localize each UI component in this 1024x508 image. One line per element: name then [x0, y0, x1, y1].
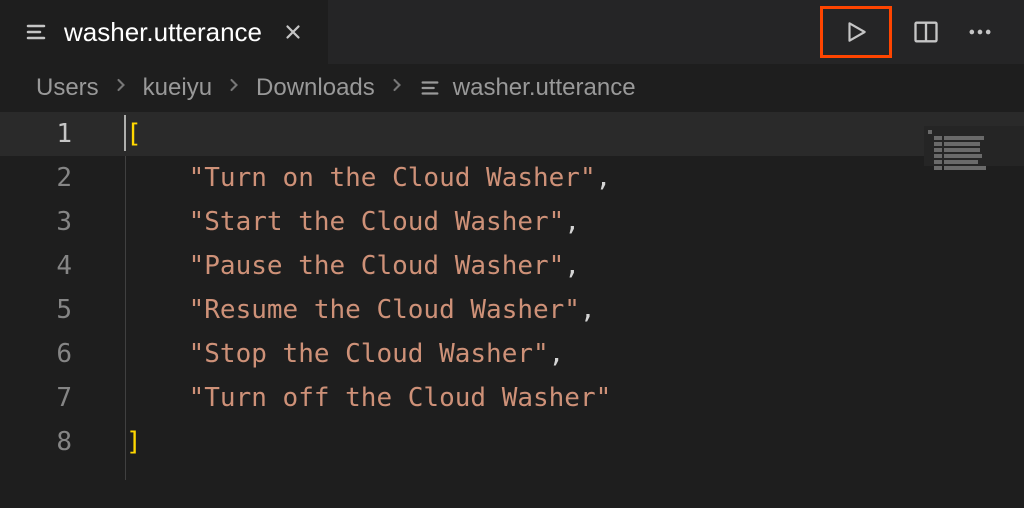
line-number: 2 [0, 156, 100, 200]
editor-line[interactable]: 5 "Resume the Cloud Washer", [0, 288, 1024, 332]
editor-line[interactable]: 4 "Pause the Cloud Washer", [0, 244, 1024, 288]
close-icon[interactable] [278, 17, 308, 47]
breadcrumb[interactable]: Users kueiyu Downloads washer.utterance [0, 64, 1024, 112]
editor-line[interactable]: 7 "Turn off the Cloud Washer" [0, 376, 1024, 420]
more-actions-button[interactable] [960, 12, 1000, 52]
file-icon [419, 77, 441, 99]
editor-toolbar [820, 6, 1024, 58]
line-number: 4 [0, 244, 100, 288]
line-content[interactable]: "Pause the Cloud Washer", [124, 244, 580, 288]
line-content[interactable]: "Resume the Cloud Washer", [124, 288, 596, 332]
line-content[interactable]: "Start the Cloud Washer", [124, 200, 580, 244]
line-number: 3 [0, 200, 100, 244]
line-number: 6 [0, 332, 100, 376]
chevron-right-icon [224, 74, 244, 102]
breadcrumb-item[interactable]: Downloads [256, 74, 375, 102]
editor-tab[interactable]: washer.utterance [0, 0, 328, 64]
editor-line[interactable]: 1[ [0, 112, 1024, 156]
editor-line[interactable]: 8] [0, 420, 1024, 464]
line-content[interactable]: "Stop the Cloud Washer", [124, 332, 564, 376]
editor-line[interactable]: 6 "Stop the Cloud Washer", [0, 332, 1024, 376]
breadcrumb-item[interactable]: kueiyu [143, 74, 212, 102]
editor-line[interactable]: 2 "Turn on the Cloud Washer", [0, 156, 1024, 200]
chevron-right-icon [111, 74, 131, 102]
line-number: 7 [0, 376, 100, 420]
code-editor[interactable]: 1[2 "Turn on the Cloud Washer",3 "Start … [0, 112, 1024, 464]
editor-line[interactable]: 3 "Start the Cloud Washer", [0, 200, 1024, 244]
line-content[interactable]: ] [124, 420, 142, 464]
line-number: 8 [0, 420, 100, 464]
chevron-right-icon [387, 74, 407, 102]
line-number: 1 [0, 112, 100, 156]
line-content[interactable]: [ [124, 112, 142, 156]
line-number: 5 [0, 288, 100, 332]
minimap[interactable] [924, 126, 1024, 166]
run-button[interactable] [836, 12, 876, 52]
split-editor-button[interactable] [906, 12, 946, 52]
tab-bar: washer.utterance [0, 0, 1024, 64]
breadcrumb-item[interactable]: Users [36, 74, 99, 102]
file-icon [24, 20, 48, 44]
run-button-highlight [820, 6, 892, 58]
breadcrumb-item[interactable]: washer.utterance [453, 74, 636, 102]
line-content[interactable]: "Turn off the Cloud Washer" [124, 376, 611, 420]
tab-label: washer.utterance [64, 17, 262, 48]
line-content[interactable]: "Turn on the Cloud Washer", [124, 156, 611, 200]
